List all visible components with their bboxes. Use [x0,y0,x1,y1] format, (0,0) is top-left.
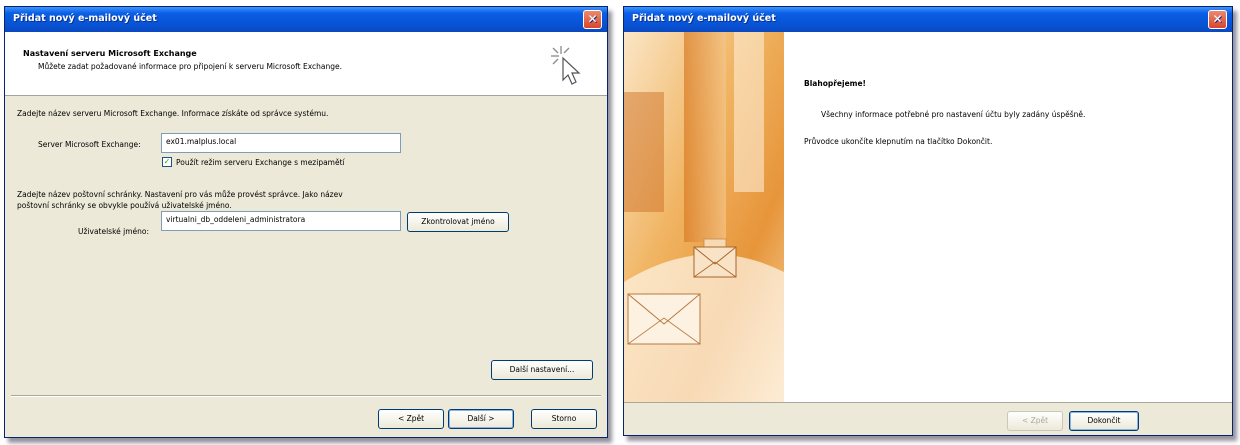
finish-button[interactable]: Dokončit [1069,411,1139,431]
header-subtitle: Můžete zadat požadované informace pro př… [38,62,342,71]
server-intro-text: Zadejte název serveru Microsoft Exchange… [17,109,329,118]
wizard-side-image [624,32,784,402]
exchange-settings-dialog: Přidat nový e-mailový účet ✕ Nastavení s… [4,6,608,438]
window-title: Přidat nový e-mailový účet [13,13,157,24]
server-label: Server Microsoft Exchange: [38,140,141,149]
wizard-cursor-icon [551,46,581,85]
header-title: Nastavení serveru Microsoft Exchange [23,49,197,58]
back-button[interactable]: < Zpět [378,409,444,429]
mailbox-intro-line1: Zadejte název poštovní schránky. Nastave… [17,190,343,199]
finish-dialog: Přidat nový e-mailový účet ✕ Blahopřejem… [623,6,1233,436]
envelope-art-icon [624,32,784,402]
window-title: Přidat nový e-mailový účet [632,13,776,24]
more-settings-button[interactable]: Další nastavení... [491,360,593,380]
check-name-button[interactable]: Zkontrolovat jméno [407,212,509,232]
close-icon[interactable]: ✕ [1208,10,1227,29]
finish-info-line1: Všechny informace potřebné pro nastavení… [821,110,1086,119]
title-bar[interactable]: Přidat nový e-mailový účet ✕ [5,7,607,32]
finish-info-line2: Průvodce ukončíte klepnutím na tlačítko … [804,137,993,146]
wizard-header: Nastavení serveru Microsoft Exchange Můž… [5,32,607,96]
finish-content: Blahopřejeme! Všechny informace potřebné… [784,32,1232,402]
cached-mode-label: Použít režim serveru Exchange s mezipamě… [176,158,345,167]
mailbox-intro-line2: poštovní schránky se obvykle používá uži… [17,201,232,210]
next-button[interactable]: Další > [448,409,514,429]
cached-mode-checkbox[interactable]: ✓ [162,157,172,167]
username-label: Uživatelské jméno: [78,227,150,236]
back-button[interactable]: < Zpět [1007,411,1063,431]
footer-bar: < Zpět Dokončit [624,402,1232,435]
footer-separator [11,395,601,397]
close-icon[interactable]: ✕ [583,10,602,29]
server-input[interactable]: ex01.malplus.local [161,133,401,153]
cancel-button[interactable]: Storno [531,409,597,429]
username-input[interactable]: virtualni_db_oddeleni_administratora [161,211,401,231]
title-bar[interactable]: Přidat nový e-mailový účet ✕ [624,7,1232,32]
congrats-heading: Blahopřejeme! [804,79,866,88]
